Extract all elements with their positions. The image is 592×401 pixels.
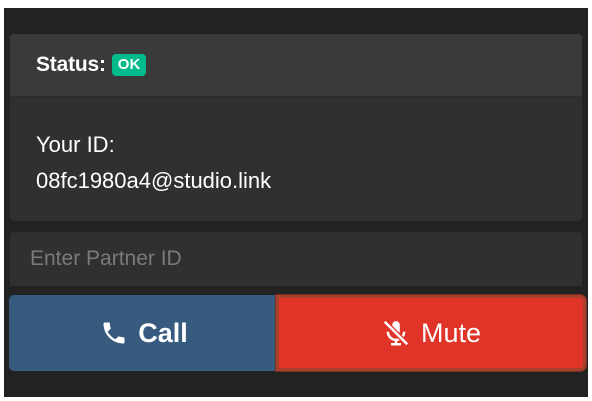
- mute-label: Mute: [420, 317, 482, 348]
- call-label: Call: [138, 317, 188, 348]
- phone-icon: [100, 319, 128, 347]
- status-header: Status: OK: [10, 34, 582, 97]
- studio-link-app: Status: OK Your ID: 08fc1980a4@studio.li…: [4, 8, 588, 397]
- your-id-label: Your ID:: [36, 132, 115, 157]
- microphone-slash-icon: [381, 318, 411, 348]
- identity-section: Your ID: 08fc1980a4@studio.link: [10, 97, 582, 199]
- mute-button[interactable]: Mute: [276, 295, 586, 371]
- status-label: Status:: [36, 53, 106, 76]
- status-panel: Status: OK Your ID: 08fc1980a4@studio.li…: [10, 34, 582, 221]
- partner-id-input[interactable]: [10, 232, 582, 286]
- status-badge: OK: [111, 53, 147, 77]
- your-id-value: 08fc1980a4@studio.link: [36, 168, 272, 193]
- call-button[interactable]: Call: [9, 295, 279, 371]
